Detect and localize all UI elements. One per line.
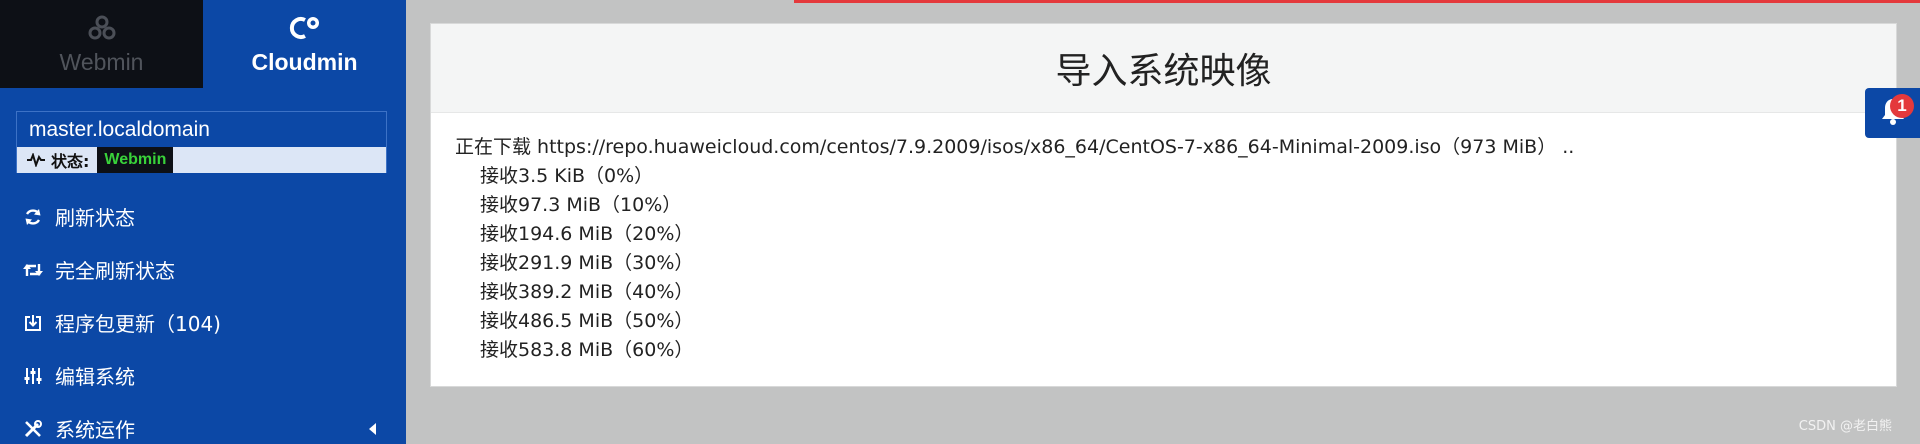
webmin-tab-label: Webmin	[59, 48, 144, 75]
webmin-logo-icon	[87, 13, 117, 43]
watermark: CSDN @老白熊	[1798, 419, 1892, 434]
tools-icon	[22, 418, 44, 440]
notifications-button[interactable]: 1	[1865, 88, 1920, 138]
log-line: 接收3.5 KiB（0%）	[480, 165, 654, 187]
menu-item-label: 编辑系统	[55, 365, 135, 389]
cloudmin-logo-icon	[287, 13, 323, 43]
caret-left-icon	[369, 422, 376, 435]
menu-item-label: 系统运作	[55, 418, 135, 442]
download-log: 正在下载 https://repo.huaweicloud.com/centos…	[431, 113, 1896, 365]
cloudmin-tab[interactable]: Cloudmin	[203, 0, 406, 88]
menu-item-refresh-status[interactable]: 刷新状态	[0, 190, 406, 243]
host-box: master.localdomain 状态: Webmin	[16, 111, 387, 173]
menu-item-label: 刷新状态	[55, 206, 135, 230]
menu-item-full-refresh[interactable]: 完全刷新状态	[0, 243, 406, 296]
sidebar: Webmin Cloudmin master.localdomain 状态: W…	[0, 0, 406, 444]
log-line: 接收97.3 MiB（10%）	[480, 194, 682, 216]
log-line: 接收486.5 MiB（50%）	[480, 310, 694, 332]
log-line: 接收194.6 MiB（20%）	[480, 223, 694, 245]
main-panel: 导入系统映像 正在下载 https://repo.huaweicloud.com…	[430, 23, 1897, 387]
cloudmin-tab-label: Cloudmin	[251, 48, 358, 75]
host-name[interactable]: master.localdomain	[17, 112, 386, 147]
retweet-icon	[22, 259, 44, 281]
status-label: 状态:	[51, 152, 90, 171]
sliders-icon	[22, 365, 44, 387]
log-line: 接收291.9 MiB（30%）	[480, 252, 694, 274]
page-title: 导入系统映像	[1055, 51, 1272, 92]
host-status-bar: 状态: Webmin	[17, 147, 386, 173]
menu-item-edit-system[interactable]: 编辑系统	[0, 349, 406, 402]
menu-item-package-updates[interactable]: 程序包更新（104)	[0, 296, 406, 349]
webmin-tab[interactable]: Webmin	[0, 0, 203, 88]
download-box-icon	[22, 312, 44, 334]
status-badge[interactable]: Webmin	[97, 147, 174, 173]
log-line: 接收389.2 MiB（40%）	[480, 281, 694, 303]
refresh-icon	[22, 206, 44, 228]
product-switcher: Webmin Cloudmin	[0, 0, 406, 88]
menu-item-label: 程序包更新（104)	[55, 312, 221, 336]
panel-header: 导入系统映像	[431, 24, 1896, 113]
log-line: 正在下载 https://repo.huaweicloud.com/centos…	[455, 136, 1575, 158]
log-line: 接收583.8 MiB（60%）	[480, 339, 694, 361]
menu-item-system-operations[interactable]: 系统运作	[0, 402, 406, 444]
heartbeat-icon	[27, 153, 45, 167]
notification-count-badge: 1	[1890, 94, 1914, 118]
page-loading-bar	[794, 0, 1920, 3]
menu-item-label: 完全刷新状态	[55, 259, 175, 283]
sidebar-menu: 刷新状态 完全刷新状态 程序包更新（104) 编辑系统 系统运作	[0, 190, 406, 444]
